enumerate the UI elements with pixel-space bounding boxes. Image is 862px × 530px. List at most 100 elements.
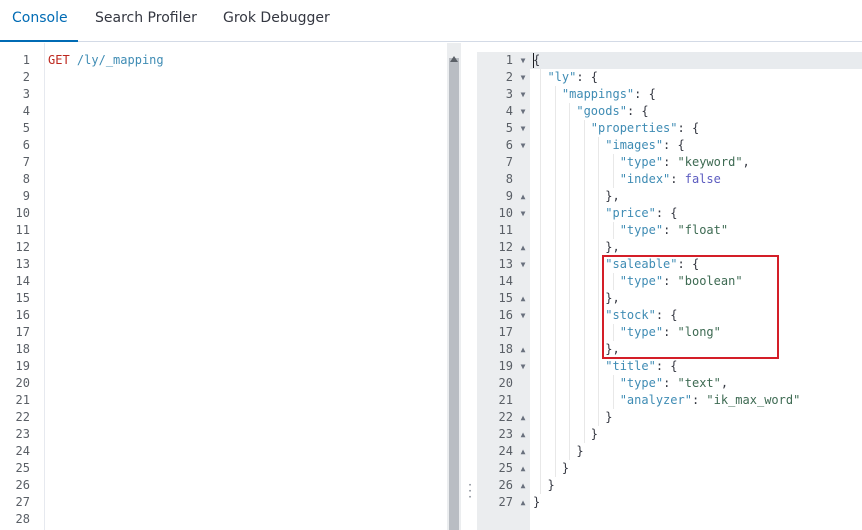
- line-number: 26: [15, 478, 30, 492]
- tab-bar: Console Search Profiler Grok Debugger: [0, 0, 862, 42]
- line-number: 2: [22, 70, 30, 84]
- fold-down-icon[interactable]: ▼: [519, 137, 527, 154]
- fold-down-icon[interactable]: ▼: [519, 103, 527, 120]
- json-line: "ly": {: [533, 69, 598, 86]
- fold-up-icon[interactable]: ▲: [519, 341, 527, 358]
- json-line: },: [533, 188, 620, 205]
- tab-search-profiler[interactable]: Search Profiler: [95, 0, 197, 42]
- line-number: 24: [15, 444, 30, 458]
- fold-up-icon[interactable]: ▲: [519, 460, 527, 477]
- fold-down-icon[interactable]: ▼: [519, 205, 527, 222]
- line-number: 13: [498, 257, 513, 271]
- json-boolean: false: [684, 172, 721, 186]
- line-number: 14: [15, 274, 30, 288]
- fold-down-icon[interactable]: ▼: [519, 256, 527, 273]
- fold-up-icon[interactable]: ▲: [519, 477, 527, 494]
- json-punctuation: :: [663, 376, 678, 390]
- json-punctuation: :: [663, 155, 678, 169]
- line-number: 1: [22, 53, 30, 67]
- line-number: 3: [22, 87, 30, 101]
- line-number: 19: [498, 359, 513, 373]
- json-punctuation: : {: [677, 121, 700, 135]
- json-punctuation: }: [590, 427, 599, 441]
- fold-down-icon[interactable]: ▼: [519, 52, 527, 69]
- json-line: }: [533, 460, 569, 477]
- line-number: 11: [15, 223, 30, 237]
- line-number: 5: [22, 121, 30, 135]
- line-number: 7: [505, 155, 513, 169]
- vertical-ellipsis-icon[interactable]: · · ·: [463, 479, 477, 503]
- fold-down-icon[interactable]: ▼: [519, 69, 527, 86]
- line-number: 25: [15, 461, 30, 475]
- json-line: }: [533, 494, 540, 511]
- request-editor[interactable]: 1 2 3 4 5 6 7 8 9 10 11 12 13 14 15 16 17 18 19 20 21 22 23 24 2…: [0, 43, 447, 530]
- line-number: 25: [498, 461, 513, 475]
- json-line: "analyzer": "ik_max_word": [533, 392, 801, 409]
- json-line: "mappings": {: [533, 86, 656, 103]
- json-key: "type": [619, 155, 664, 169]
- fold-up-icon[interactable]: ▲: [519, 443, 527, 460]
- line-number: 4: [505, 104, 513, 118]
- line-number: 10: [498, 206, 513, 220]
- json-line: },: [533, 239, 620, 256]
- json-punctuation: },: [605, 240, 620, 254]
- json-key: "title": [605, 359, 656, 373]
- request-line-gutter: 1 2 3 4 5 6 7 8 9 10 11 12 13 14 15 16 17 18 19 20 21 22 23 24 2…: [0, 43, 45, 530]
- fold-down-icon[interactable]: ▼: [519, 358, 527, 375]
- line-number: 16: [15, 308, 30, 322]
- text-cursor: [533, 53, 534, 68]
- scroll-up-arrow-icon[interactable]: [450, 56, 458, 62]
- line-number: 6: [505, 138, 513, 152]
- fold-down-icon[interactable]: ▼: [519, 86, 527, 103]
- tab-grok-debugger[interactable]: Grok Debugger: [223, 0, 330, 42]
- line-number: 22: [15, 410, 30, 424]
- line-number: 10: [15, 206, 30, 220]
- json-key: "index": [619, 172, 671, 186]
- request-method: GET: [48, 53, 70, 67]
- line-number: 8: [22, 172, 30, 186]
- editor-scrollbar-thumb[interactable]: [449, 58, 459, 530]
- highlight-annotation-box: [602, 255, 779, 359]
- request-line[interactable]: GET /ly/_mapping: [48, 52, 164, 69]
- line-number: 7: [22, 155, 30, 169]
- json-line: {: [533, 52, 540, 69]
- json-key: "goods": [576, 104, 627, 118]
- line-number: 24: [498, 444, 513, 458]
- line-number: 27: [15, 495, 30, 509]
- fold-up-icon[interactable]: ▲: [519, 188, 527, 205]
- line-number: 18: [15, 342, 30, 356]
- tab-console[interactable]: Console: [12, 0, 68, 42]
- json-string: "float": [677, 223, 729, 237]
- json-line: "title": {: [533, 358, 678, 375]
- fold-up-icon[interactable]: ▲: [519, 290, 527, 307]
- json-punctuation: :: [663, 223, 678, 237]
- json-string: "ik_max_word": [706, 393, 801, 407]
- fold-up-icon[interactable]: ▲: [519, 409, 527, 426]
- json-punctuation: : {: [663, 138, 685, 152]
- line-number: 9: [505, 189, 513, 203]
- line-number: 15: [498, 291, 513, 305]
- active-line-highlight: [530, 52, 862, 69]
- line-number: 22: [498, 410, 513, 424]
- fold-down-icon[interactable]: ▼: [519, 307, 527, 324]
- json-punctuation: }: [561, 461, 570, 475]
- fold-up-icon[interactable]: ▲: [519, 494, 527, 511]
- json-punctuation: }: [533, 495, 541, 509]
- json-line: }: [533, 477, 555, 494]
- response-line-gutter: 1 ▼ 2 ▼ 3 ▼ 4 ▼ 5 ▼ 6 ▼ 7 8 9 ▲ 10 ▼ 11 12 ▲ 13 ▼ 14 15 ▲ 16 ▼ 17 18 ▲…: [477, 52, 530, 530]
- json-punctuation: },: [605, 189, 620, 203]
- line-number: 17: [498, 325, 513, 339]
- json-punctuation: }: [547, 478, 555, 492]
- json-punctuation: : {: [655, 359, 678, 373]
- line-number: 28: [15, 512, 30, 526]
- line-number: 16: [498, 308, 513, 322]
- line-number: 11: [498, 223, 513, 237]
- json-punctuation: ,: [742, 155, 750, 169]
- fold-up-icon[interactable]: ▲: [519, 239, 527, 256]
- fold-up-icon[interactable]: ▲: [519, 426, 527, 443]
- json-punctuation: }: [605, 410, 613, 424]
- active-tab-indicator: [0, 40, 78, 42]
- json-line: "type": "text",: [533, 375, 728, 392]
- fold-down-icon[interactable]: ▼: [519, 120, 527, 137]
- line-number: 18: [498, 342, 513, 356]
